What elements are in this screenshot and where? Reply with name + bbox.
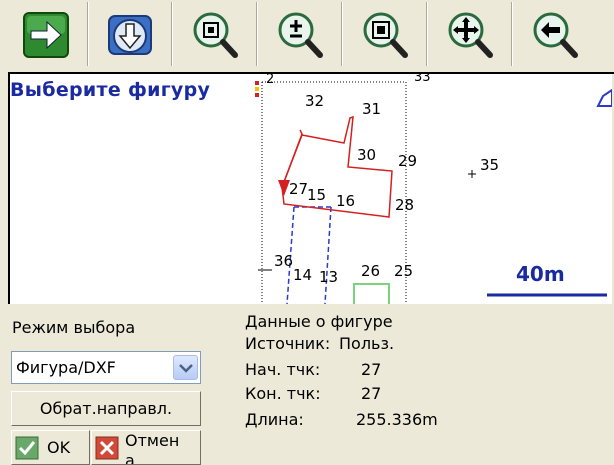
mode-select-value: Фигура/DXF [16, 358, 116, 377]
point-label: 33 [414, 74, 431, 85]
ok-button[interactable]: OK [11, 430, 90, 465]
chevron-down-icon [178, 363, 193, 373]
end-point-label: Кон. тчк: [245, 384, 321, 403]
figure-data-title: Данные о фигуре [245, 312, 393, 331]
mode-select[interactable]: Фигура/DXF [11, 351, 201, 384]
length-label: Длина: [245, 410, 304, 429]
reverse-direction-button[interactable]: Обрат.направл. [11, 391, 201, 426]
zoom-in-out-button[interactable] [265, 6, 335, 64]
point-label: 29 [398, 152, 418, 170]
north-arrow-icon [596, 88, 612, 107]
pan-icon [448, 12, 493, 58]
scale-label: 40m [516, 262, 565, 286]
green-parcel [353, 283, 390, 304]
zoom-extents-icon [193, 12, 238, 58]
start-point-value: 27 [361, 360, 382, 379]
point-label: 2 [266, 74, 275, 87]
source-value: Польз. [339, 334, 395, 353]
point-label: 30 [357, 146, 377, 164]
point-label: 14 [293, 266, 313, 284]
zoom-extents-button[interactable] [180, 6, 250, 64]
zoom-previous-icon [533, 12, 578, 58]
point-label: 26 [361, 262, 381, 280]
length-value: 255.336m [356, 410, 438, 429]
zoom-previous-button[interactable] [520, 6, 590, 64]
point-label: 32 [305, 92, 325, 110]
pan-button[interactable] [435, 6, 505, 64]
point-label: 36 [274, 252, 294, 270]
point-marker-2 [255, 81, 259, 97]
mode-select-dropdown-button[interactable] [173, 355, 198, 380]
cancel-label: Отмен а [125, 431, 180, 465]
source-label: Источник: [245, 334, 331, 353]
download-compass-button[interactable] [95, 6, 165, 64]
checkmark-icon [15, 436, 39, 459]
forward-arrow-button[interactable] [11, 6, 81, 64]
reverse-direction-label: Обрат.направл. [39, 399, 173, 418]
point-label: 25 [394, 262, 414, 280]
point-label: 13 [319, 268, 339, 286]
zoom-window-button[interactable] [350, 6, 420, 64]
cancel-button[interactable]: Отмен а [91, 430, 201, 465]
point-label: 27 [289, 180, 309, 198]
point-label: 35 [480, 156, 500, 174]
forward-arrow-icon [23, 12, 69, 58]
close-icon [95, 436, 119, 460]
select-figure-prompt: Выберите фигуру [10, 79, 211, 101]
mode-label: Режим выбора [12, 318, 136, 337]
blue-parcel [286, 206, 332, 304]
zoom-window-icon [363, 12, 408, 58]
start-point-label: Нач. тчк: [245, 360, 321, 379]
point-label: 15 [307, 186, 327, 204]
ok-label: OK [47, 438, 71, 457]
selected-figure-outline [283, 129, 303, 183]
point-label: 16 [336, 192, 356, 210]
point-label: 31 [362, 100, 382, 118]
download-compass-icon [108, 15, 152, 55]
end-point-value: 27 [361, 384, 382, 403]
zoom-in-out-icon [278, 12, 323, 58]
point-label: 28 [395, 196, 415, 214]
toolbar [0, 0, 614, 72]
